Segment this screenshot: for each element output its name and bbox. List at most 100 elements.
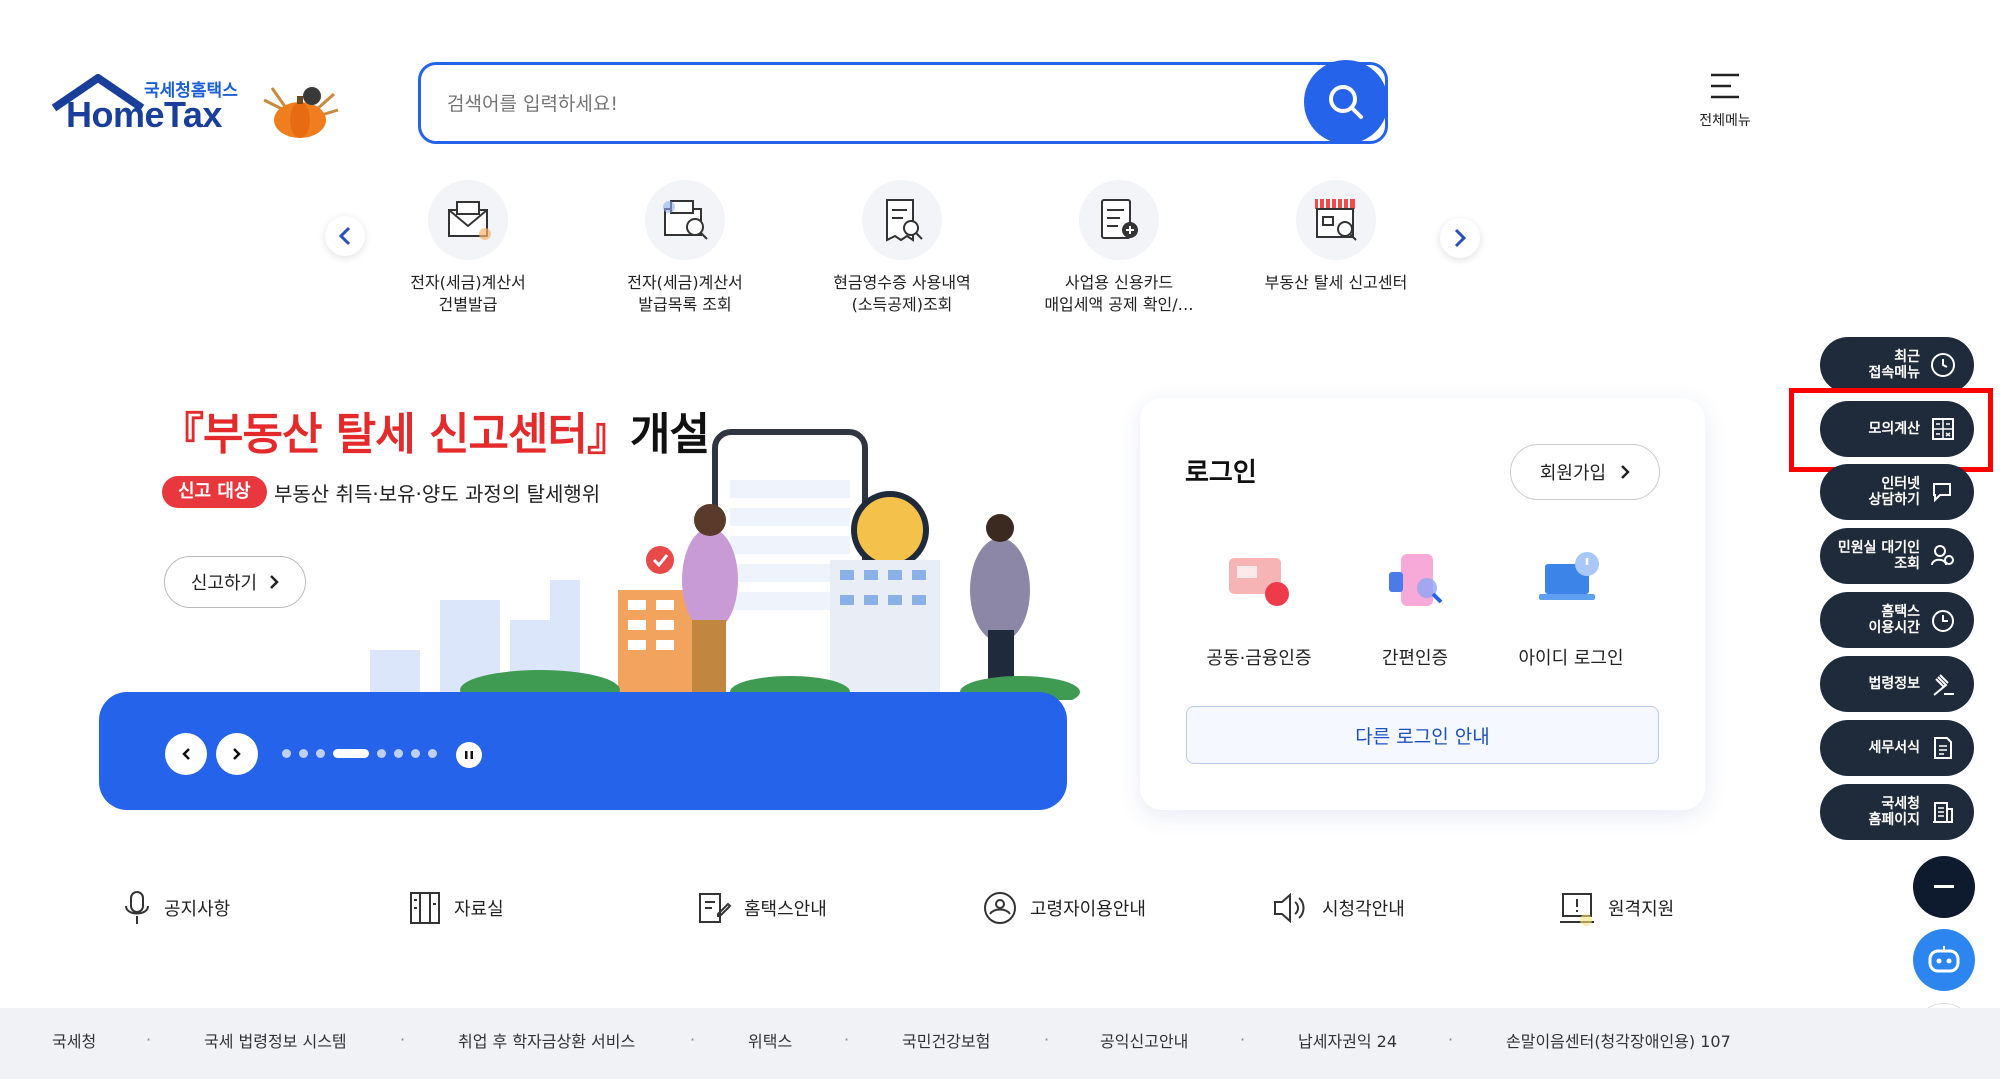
envelope-tax-icon bbox=[428, 180, 508, 260]
float-legal-info[interactable]: 법령정보 bbox=[1820, 656, 1974, 712]
quick-prev-button[interactable] bbox=[325, 216, 365, 256]
footer-link-law-system[interactable]: 국세 법령정보 시스템 bbox=[204, 1028, 347, 1052]
login-certificate-button[interactable]: 공동·금융인증 bbox=[1184, 548, 1334, 670]
chevron-right-icon bbox=[270, 575, 279, 589]
report-button[interactable]: 신고하기 bbox=[164, 556, 306, 608]
chatbot-icon bbox=[1928, 946, 1960, 973]
person-search-icon bbox=[1931, 545, 1954, 566]
float-label: 인터넷 bbox=[1881, 476, 1920, 492]
elderly-guide-link[interactable]: 고령자이용안내 bbox=[982, 890, 1146, 926]
chevron-left-icon bbox=[338, 226, 351, 246]
report-button-label: 신고하기 bbox=[190, 573, 258, 594]
search-box bbox=[418, 62, 1388, 144]
hometax-guide-link[interactable]: 홈택스안내 bbox=[696, 890, 827, 926]
float-internet-consult[interactable]: 인터넷 상담하기 bbox=[1820, 464, 1974, 520]
chevron-right-icon bbox=[233, 748, 241, 760]
phone-auth-icon bbox=[1389, 554, 1443, 606]
chevron-right-icon bbox=[1621, 465, 1630, 479]
bottom-link-label: 원격지원 bbox=[1608, 899, 1675, 920]
search-input[interactable] bbox=[447, 87, 1247, 121]
float-hometax-hours[interactable]: 홈택스 이용시간 bbox=[1820, 592, 1974, 648]
footer-link-health-insurance[interactable]: 국민건강보험 bbox=[902, 1028, 990, 1052]
quick-item-business-card[interactable]: 사업용 신용카드 매입세액 공제 확인/… bbox=[1024, 180, 1214, 316]
login-title: 로그인 bbox=[1185, 458, 1257, 488]
remote-support-icon bbox=[1560, 893, 1594, 926]
bottom-link-label: 고령자이용안내 bbox=[1030, 899, 1146, 920]
float-label: 접속메뉴 bbox=[1868, 365, 1920, 381]
quick-item-label: 전자(세금)계산서 bbox=[410, 273, 526, 292]
pagination-dot[interactable] bbox=[282, 749, 291, 758]
audiovisual-guide-link[interactable]: 시청각안내 bbox=[1272, 890, 1405, 926]
join-button[interactable]: 회원가입 bbox=[1510, 444, 1660, 500]
pause-icon bbox=[465, 751, 473, 759]
quick-item-label: 매입세액 공제 확인/… bbox=[1044, 295, 1194, 314]
quick-item-e-invoice-issue[interactable]: 전자(세금)계산서건별발급 bbox=[373, 180, 563, 316]
pagination-dot[interactable] bbox=[316, 749, 325, 758]
pagination-dot[interactable] bbox=[299, 749, 308, 758]
quick-next-button[interactable] bbox=[1440, 218, 1480, 258]
quick-item-cash-receipt[interactable]: 현금영수증 사용내역 (소득공제)조회 bbox=[807, 180, 997, 316]
other-login-guide-button[interactable]: 다른 로그인 안내 bbox=[1186, 706, 1659, 764]
quick-item-label: 발급목록 조회 bbox=[638, 295, 732, 314]
banner-prev-button[interactable] bbox=[165, 733, 207, 775]
footer-separator: · bbox=[1240, 1030, 1246, 1049]
chatbot-button[interactable] bbox=[1913, 929, 1975, 991]
float-label: 상담하기 bbox=[1868, 492, 1920, 508]
pumpkin-icon bbox=[263, 87, 339, 138]
archive-link[interactable]: 자료실 bbox=[408, 890, 504, 926]
float-nts-homepage[interactable]: 국세청 홈페이지 bbox=[1820, 784, 1974, 840]
float-label: 홈택스 bbox=[1881, 604, 1920, 620]
footer-separator: · bbox=[844, 1030, 850, 1049]
collapse-float-button[interactable] bbox=[1913, 856, 1975, 918]
banner-pagination bbox=[282, 749, 437, 758]
footer-link-relay-center[interactable]: 손말이음센터(청각장애인용) 107 bbox=[1506, 1028, 1731, 1052]
float-tax-forms[interactable]: 세무서식 bbox=[1820, 720, 1974, 776]
login-method-label: 공동·금융인증 bbox=[1206, 648, 1312, 669]
footer-link-nts[interactable]: 국세청 bbox=[52, 1028, 96, 1052]
elderly-icon bbox=[984, 892, 1016, 924]
building-icon bbox=[1933, 802, 1953, 823]
pagination-dot[interactable] bbox=[428, 749, 437, 758]
footer-link-public-report[interactable]: 공익신고안내 bbox=[1100, 1028, 1188, 1052]
login-simple-auth-button[interactable]: 간편인증 bbox=[1340, 548, 1490, 670]
all-menu-button[interactable]: 전체메뉴 bbox=[1690, 72, 1760, 142]
quick-item-real-estate-report[interactable]: 부동산 탈세 신고센터 bbox=[1241, 180, 1431, 294]
float-label: 민원실 대기인 bbox=[1837, 540, 1920, 556]
notice-link[interactable]: 공지사항 bbox=[122, 890, 230, 926]
footer-link-wetax[interactable]: 위택스 bbox=[748, 1028, 792, 1052]
login-id-button[interactable]: 아이디 로그인 bbox=[1496, 548, 1646, 670]
banner-pause-button[interactable] bbox=[456, 742, 482, 768]
banner-next-button[interactable] bbox=[216, 733, 258, 775]
footer-link-taxpayer-rights[interactable]: 납세자권익 24 bbox=[1298, 1028, 1397, 1052]
footer-separator: · bbox=[1448, 1030, 1454, 1049]
quick-item-label: 건별발급 bbox=[438, 295, 498, 314]
float-label: 법령정보 bbox=[1868, 676, 1920, 692]
remote-support-link[interactable]: 원격지원 bbox=[1558, 890, 1674, 926]
float-label: 세무서식 bbox=[1868, 740, 1920, 756]
quick-item-label: (소득공제)조회 bbox=[851, 295, 953, 314]
float-label: 이용시간 bbox=[1868, 620, 1920, 636]
quick-item-e-invoice-list[interactable]: 전자(세금)계산서 발급목록 조회 bbox=[590, 180, 780, 316]
footer-link-student-loan[interactable]: 취업 후 학자금상환 서비스 bbox=[458, 1028, 635, 1052]
archive-icon bbox=[410, 892, 440, 924]
pagination-dot-active[interactable] bbox=[333, 749, 369, 758]
bottom-link-label: 공지사항 bbox=[164, 899, 231, 920]
logo-text: HomeTax bbox=[66, 94, 222, 135]
float-label: 최근 bbox=[1894, 349, 1920, 365]
chevron-left-icon bbox=[182, 748, 190, 760]
clock-icon bbox=[1931, 353, 1955, 377]
pagination-dot[interactable] bbox=[377, 749, 386, 758]
receipt-search-icon bbox=[862, 180, 942, 260]
search-icon bbox=[1329, 85, 1363, 119]
footer-separator: · bbox=[1044, 1030, 1050, 1049]
laptop-login-icon bbox=[1539, 552, 1599, 600]
chat-icon bbox=[1933, 483, 1951, 503]
search-button[interactable] bbox=[1304, 60, 1388, 144]
microphone-icon bbox=[125, 891, 149, 924]
pagination-dot[interactable] bbox=[394, 749, 403, 758]
float-waiting-lookup[interactable]: 민원실 대기인 조회 bbox=[1820, 528, 1974, 584]
all-menu-label: 전체메뉴 bbox=[1699, 113, 1751, 129]
pagination-dot[interactable] bbox=[411, 749, 420, 758]
float-recent-menu[interactable]: 최근 접속메뉴 bbox=[1820, 337, 1974, 393]
certificate-icon bbox=[1229, 558, 1289, 606]
